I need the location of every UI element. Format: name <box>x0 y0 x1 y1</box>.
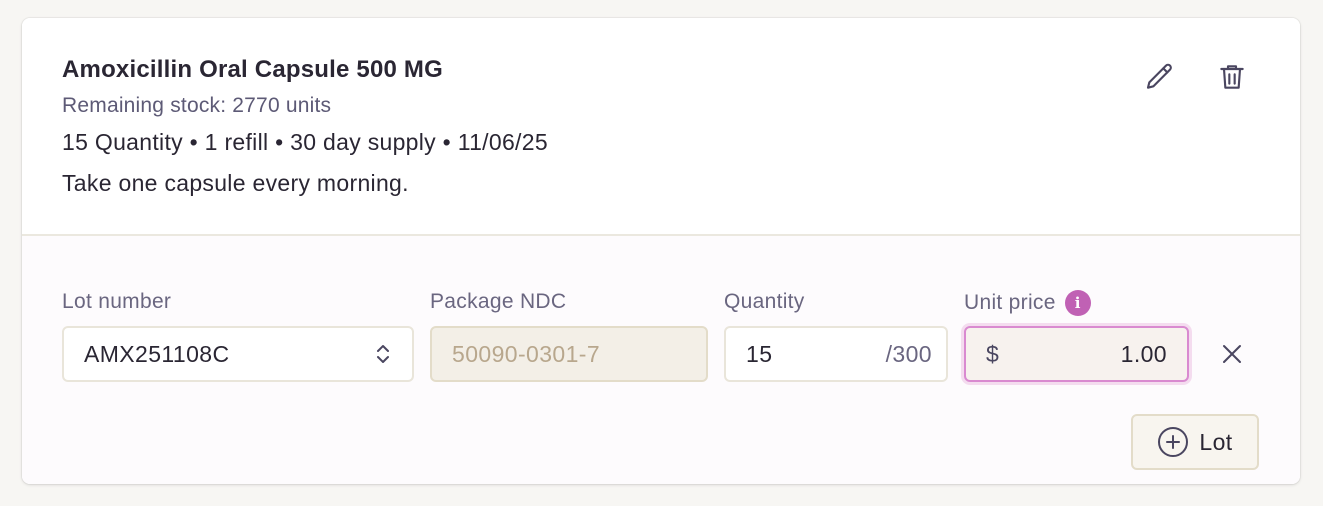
chevron-up-down-icon <box>377 345 389 363</box>
close-icon <box>1223 345 1241 363</box>
prescription-instructions: Take one capsule every morning. <box>62 170 409 196</box>
remaining-stock: Remaining stock: 2770 units <box>62 94 332 117</box>
unit-price-label-group: Unit price i <box>964 290 1091 316</box>
delete-button[interactable] <box>1212 57 1252 97</box>
currency-symbol: $ <box>986 340 1000 367</box>
quantity-label: Quantity <box>724 290 805 313</box>
unit-price-label: Unit price <box>964 291 1056 314</box>
unit-price-input[interactable]: $ 1.00 <box>964 326 1189 382</box>
package-ndc-label: Package NDC <box>430 290 567 313</box>
trash-icon <box>1220 65 1244 89</box>
edit-button[interactable] <box>1140 57 1180 97</box>
quantity-value: 15 <box>746 340 773 367</box>
quantity-input[interactable]: 15 /300 <box>724 326 948 382</box>
pencil-icon <box>1146 63 1172 89</box>
lot-section: Lot number Package NDC Quantity Unit pri… <box>22 236 1300 484</box>
plus-circle-icon <box>1158 427 1189 457</box>
add-lot-button[interactable]: Lot <box>1131 414 1259 470</box>
lot-number-value: AMX251108C <box>84 340 230 367</box>
package-ndc-value: 50090-0301-7 <box>452 340 601 367</box>
lot-number-label: Lot number <box>62 290 172 313</box>
package-ndc-field: 50090-0301-7 <box>430 326 708 382</box>
add-lot-label: Lot <box>1199 428 1233 455</box>
unit-price-value: 1.00 <box>1120 340 1167 367</box>
info-icon[interactable]: i <box>1064 290 1091 316</box>
lot-number-select[interactable]: AMX251108C <box>62 326 414 382</box>
quantity-max: /300 <box>885 340 932 367</box>
prescription-details: 15 Quantity • 1 refill • 30 day supply •… <box>62 129 548 155</box>
medication-summary: Amoxicillin Oral Capsule 500 MG Remainin… <box>22 18 1300 235</box>
drug-name: Amoxicillin Oral Capsule 500 MG <box>62 56 443 83</box>
remove-lot-button[interactable] <box>1212 334 1252 374</box>
medication-card: Amoxicillin Oral Capsule 500 MG Remainin… <box>22 18 1300 484</box>
